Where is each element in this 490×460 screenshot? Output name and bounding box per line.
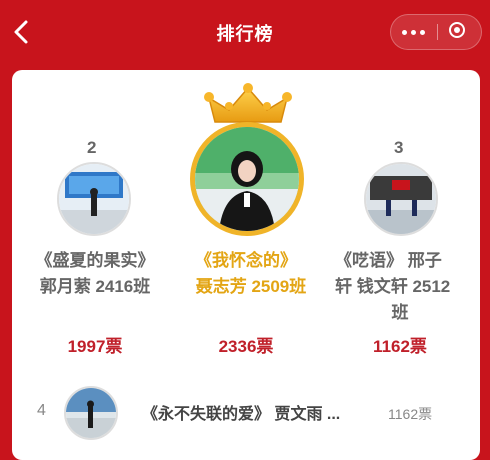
- list-item[interactable]: 4 《永不失联的爱》 贾文雨 ... 1162票: [0, 378, 490, 447]
- rank-number-4: 4: [37, 402, 46, 419]
- target-circle-icon[interactable]: [438, 15, 482, 49]
- rank-number-2: 2: [87, 138, 97, 157]
- avatar-rank-4: [64, 386, 118, 440]
- votes-rank-2: 1997票: [67, 337, 123, 356]
- mini-program-capsule: [390, 14, 482, 50]
- votes-rank-3: 1162票: [373, 337, 427, 356]
- votes-rank-4: 1162票: [388, 406, 433, 422]
- entry-title-rank-2: 《盛夏的果实》: [35, 251, 155, 270]
- entry-title-rank-1: 《我怀念的》: [195, 251, 297, 270]
- avatar-rank-3[interactable]: [364, 162, 438, 236]
- navigation-bar: 排行榜: [0, 0, 490, 64]
- more-dots-icon[interactable]: [391, 15, 437, 49]
- rank-number-3: 3: [394, 138, 404, 157]
- entry-author-rank-2: 郭月萦 2416班: [39, 277, 151, 296]
- entry-title-rank-3: 《呓语》 邢子: [335, 251, 442, 270]
- avatar-rank-2[interactable]: [57, 162, 131, 236]
- entry-author-rank-3-continued: 班: [391, 303, 409, 322]
- entry-author-rank-1: 聂志芳 2509班: [195, 277, 307, 296]
- votes-rank-1: 2336票: [218, 337, 274, 356]
- entry-author-rank-3: 轩 钱文轩 2512: [335, 277, 451, 296]
- entry-title-rank-4: 《永不失联的爱》 贾文雨 ...: [142, 406, 341, 423]
- avatar-rank-1[interactable]: [190, 122, 304, 236]
